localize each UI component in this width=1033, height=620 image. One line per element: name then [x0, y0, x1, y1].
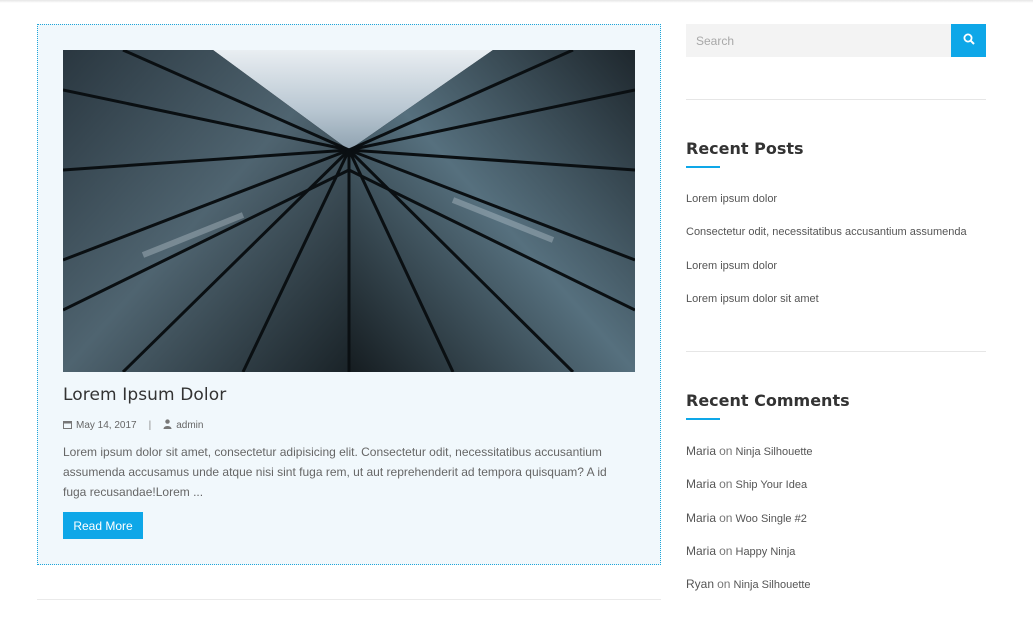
post-featured-image[interactable] [63, 50, 635, 372]
comment-author: Maria [686, 477, 717, 492]
search-form [686, 24, 986, 57]
comment-on-word: on [719, 444, 733, 458]
list-item: Ryan on Ninja Silhouette [686, 577, 813, 610]
recent-post-link[interactable]: Lorem ipsum dolor [686, 193, 777, 205]
list-item: Lorem ipsum dolor sit amet [686, 292, 967, 325]
calendar-icon [63, 420, 72, 432]
recent-post-link[interactable]: Consectetur odit, necessitatibus accusan… [686, 226, 967, 238]
building-glass-photo [63, 50, 635, 372]
recent-comments-list: Maria on Ninja Silhouette Maria on Ship … [686, 444, 813, 610]
recent-post-link[interactable]: Lorem ipsum dolor sit amet [686, 293, 819, 305]
post-excerpt: Lorem ipsum dolor sit amet, consectetur … [63, 445, 607, 499]
comment-post-link[interactable]: Woo Single #2 [736, 513, 807, 525]
sidebar-divider [686, 99, 986, 100]
post-title[interactable]: Lorem Ipsum Dolor [63, 385, 226, 405]
recent-comments-underline [686, 418, 720, 420]
header-shadow [0, 0, 1033, 3]
recent-posts-list: Lorem ipsum dolor Consectetur odit, nece… [686, 192, 967, 325]
recent-post-link[interactable]: Lorem ipsum dolor [686, 260, 777, 272]
blog-post-card: Lorem Ipsum Dolor May 14, 2017 | admin L… [37, 24, 661, 565]
recent-comments-title: Recent Comments [686, 391, 850, 410]
comment-post-link[interactable]: Happy Ninja [736, 546, 796, 558]
search-icon [963, 33, 975, 48]
meta-separator: | [148, 420, 152, 431]
post-meta: May 14, 2017 | admin [63, 419, 203, 432]
comment-on-word: on [719, 510, 733, 525]
recent-posts-title: Recent Posts [686, 139, 804, 158]
recent-posts-underline [686, 166, 720, 168]
comment-post-link[interactable]: Ninja Silhouette [734, 579, 811, 591]
user-icon [163, 419, 172, 432]
comment-author: Maria [686, 510, 717, 525]
read-more-button[interactable]: Read More [63, 512, 143, 539]
comment-author: Ryan [686, 577, 715, 592]
list-item: Lorem ipsum dolor [686, 259, 967, 292]
list-item: Maria on Ship Your Idea [686, 477, 813, 510]
list-item: Consectetur odit, necessitatibus accusan… [686, 225, 967, 258]
post-date[interactable]: May 14, 2017 [76, 420, 137, 431]
sidebar-divider [686, 351, 986, 352]
comment-post-link[interactable]: Ship Your Idea [736, 479, 808, 491]
search-input[interactable] [686, 24, 951, 57]
list-item: Maria on Happy Ninja [686, 544, 813, 577]
comment-post-link[interactable]: Ninja Silhouette [736, 446, 813, 458]
list-item: Lorem ipsum dolor [686, 192, 967, 225]
comment-author: Maria [686, 543, 717, 558]
list-item: Maria on Woo Single #2 [686, 511, 813, 544]
content-divider [37, 599, 661, 600]
comment-on-word: on [719, 543, 733, 558]
comment-on-word: on [717, 577, 731, 592]
list-item: Maria on Ninja Silhouette [686, 444, 813, 477]
comment-author: Maria [686, 444, 717, 458]
comment-on-word: on [719, 477, 733, 492]
post-author[interactable]: admin [176, 420, 203, 431]
search-button[interactable] [951, 24, 986, 57]
